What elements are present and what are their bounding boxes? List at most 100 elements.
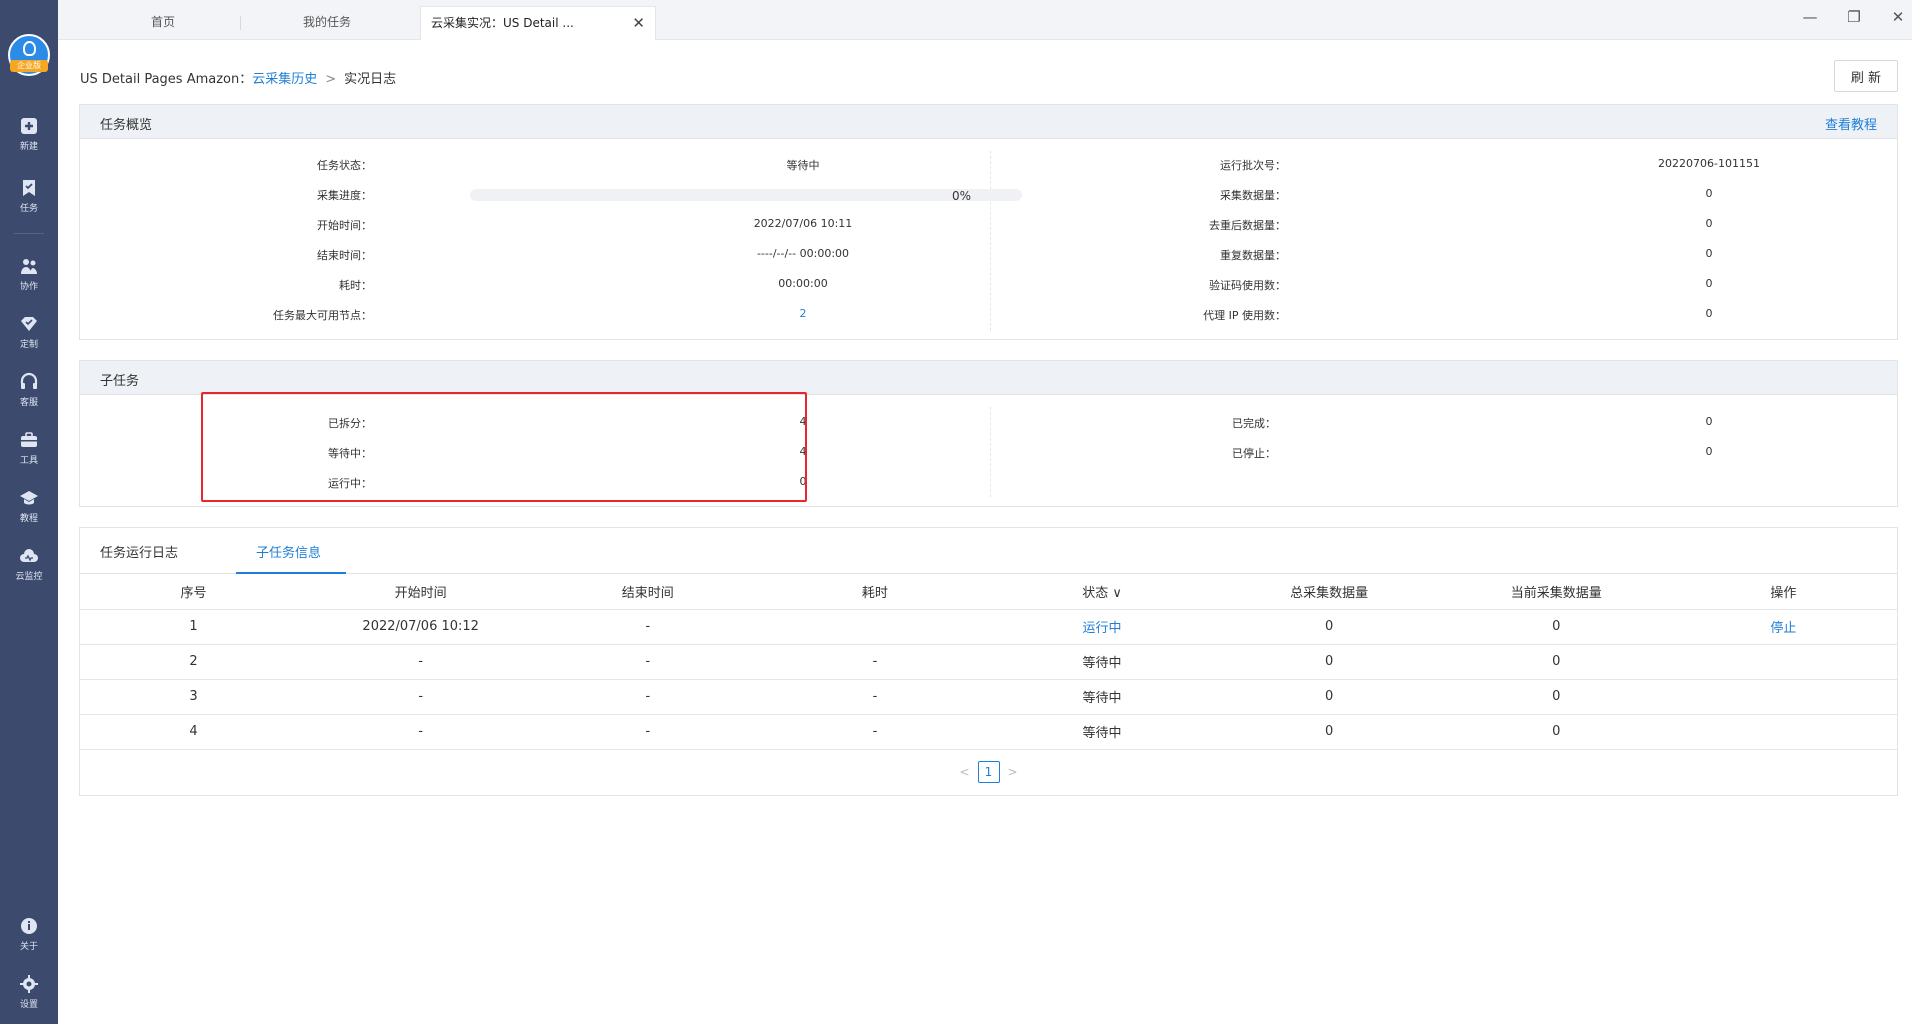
sidebar-item-label: 设置 — [19, 1000, 38, 1010]
people-icon — [21, 259, 37, 274]
tab-bar: 首页 我的任务 云采集实况：US Detail ... ✕ — ❐ ✕ — [58, 0, 1912, 40]
sidebar-item-tools[interactable]: 工具 — [0, 430, 58, 466]
duration-value: 00:00:00 — [778, 277, 828, 290]
sidebar-item-settings[interactable]: 设置 — [0, 974, 58, 1010]
col-actions: 操作 — [1669, 574, 1897, 610]
cell-status: 等待中 — [988, 714, 1216, 750]
sidebar-item-label: 关于 — [19, 942, 38, 952]
task-status-value: 等待中 — [786, 159, 820, 172]
tab-label: 云采集实况：US Detail ... — [431, 16, 574, 30]
enterprise-badge: 企业版 — [10, 60, 48, 72]
sidebar-item-label: 教程 — [19, 514, 38, 524]
data-count-value: 0 — [1705, 187, 1713, 200]
refresh-button[interactable]: 刷 新 — [1834, 60, 1898, 92]
completed-value: 0 — [1705, 415, 1713, 428]
col-status[interactable]: 状态 ∨ — [988, 574, 1216, 610]
sidebar-item-label: 定制 — [19, 340, 38, 350]
max-nodes-value[interactable]: 2 — [640, 307, 966, 320]
sidebar-item-cloud-monitor[interactable]: 云监控 — [0, 546, 58, 582]
subtask-table: 序号 开始时间 结束时间 耗时 状态 ∨ 总采集数据量 当前采集数据量 操作 1… — [80, 574, 1897, 750]
sidebar: 企业版 新建 任务 协作 定制 客服 工具 教程 云监控 关于 设置 — [0, 0, 58, 1024]
company-logo-avatar[interactable]: 企业版 — [8, 34, 50, 76]
cell-index: 4 — [80, 714, 308, 750]
bookmark-icon — [23, 180, 35, 196]
cell-duration — [761, 609, 989, 645]
cell-duration: - — [761, 714, 989, 750]
tab-subtask-info[interactable]: 子任务信息 — [256, 542, 321, 561]
col-total-count: 总采集数据量 — [1215, 574, 1443, 610]
col-index: 序号 — [80, 574, 308, 610]
stop-button[interactable]: 停止 — [1669, 609, 1897, 645]
sidebar-item-label: 云监控 — [15, 572, 43, 582]
sidebar-item-about[interactable]: 关于 — [0, 916, 58, 952]
log-tabs: 任务运行日志 子任务信息 — [80, 528, 1897, 574]
duration-label: 耗时： — [339, 279, 372, 292]
duplicate-count-label: 重复数据量： — [1220, 249, 1286, 262]
table-row: 4 - - - 等待中 0 0 — [80, 714, 1897, 750]
info-icon — [21, 918, 37, 934]
cell-status: 等待中 — [988, 644, 1216, 680]
cell-current-count: 0 — [1442, 714, 1670, 750]
breadcrumb-root: US Detail Pages Amazon： — [80, 72, 253, 87]
highlight-box — [201, 392, 807, 502]
captcha-count-value: 0 — [1705, 277, 1713, 290]
breadcrumb-current: 实况日志 — [344, 72, 397, 87]
gear-icon — [20, 975, 38, 993]
data-count-label: 采集数据量： — [1220, 189, 1286, 202]
sidebar-item-collab[interactable]: 协作 — [0, 256, 58, 292]
dedup-count-label: 去重后数据量： — [1209, 219, 1286, 232]
chevron-down-icon[interactable]: ∨ — [1112, 586, 1122, 601]
sidebar-item-tutorial[interactable]: 教程 — [0, 488, 58, 524]
start-time-label: 开始时间： — [317, 219, 372, 232]
close-window-icon[interactable]: ✕ — [1886, 8, 1910, 26]
toolbox-icon — [21, 432, 37, 447]
end-time-value: ----/--/-- 00:00:00 — [756, 247, 850, 260]
sidebar-item-custom[interactable]: 定制 — [0, 314, 58, 350]
proxy-ip-count-label: 代理 IP 使用数： — [1203, 309, 1286, 322]
chevron-left-icon[interactable]: < — [959, 765, 969, 779]
active-tab-indicator — [236, 572, 346, 574]
tab-cloud-live[interactable]: 云采集实况：US Detail ... ✕ — [420, 6, 656, 40]
breadcrumb-link-history[interactable]: 云采集历史 — [252, 72, 317, 87]
cell-end-time: - — [534, 609, 762, 645]
minimize-icon[interactable]: — — [1798, 8, 1822, 26]
cell-start-time: - — [307, 679, 535, 715]
cell-actions — [1669, 644, 1897, 680]
tab-my-tasks[interactable]: 我的任务 — [242, 6, 412, 40]
sidebar-item-tasks[interactable]: 任务 — [0, 178, 58, 214]
cell-actions — [1669, 714, 1897, 750]
cell-end-time: - — [534, 714, 762, 750]
sidebar-item-new[interactable]: 新建 — [0, 116, 58, 152]
stopped-label: 已停止： — [1232, 447, 1276, 460]
overview-title: 任务概览 — [100, 118, 153, 133]
breadcrumb-separator: > — [325, 72, 337, 87]
tab-home[interactable]: 首页 — [88, 6, 238, 40]
start-time-value: 2022/07/06 10:11 — [753, 217, 853, 230]
sidebar-item-support[interactable]: 客服 — [0, 372, 58, 408]
col-start-time: 开始时间 — [307, 574, 535, 610]
cell-start-time: 2022/07/06 10:12 — [307, 609, 535, 645]
headset-icon — [20, 372, 38, 389]
view-tutorial-link[interactable]: 查看教程 — [1825, 114, 1877, 133]
pagination: <1 > — [80, 761, 1897, 783]
col-end-time: 结束时间 — [534, 574, 762, 610]
page-button[interactable]: 1 — [977, 761, 1000, 783]
restore-icon[interactable]: ❐ — [1842, 8, 1866, 26]
cell-end-time: - — [534, 644, 762, 680]
close-icon[interactable]: ✕ — [632, 7, 645, 39]
end-time-label: 结束时间： — [317, 249, 372, 262]
cell-actions — [1669, 679, 1897, 715]
subtasks-title: 子任务 — [100, 374, 140, 389]
sidebar-item-label: 工具 — [19, 456, 38, 466]
column-divider — [990, 151, 991, 331]
tab-run-log[interactable]: 任务运行日志 — [100, 542, 178, 561]
table-row: 2 - - - 等待中 0 0 — [80, 644, 1897, 680]
captcha-count-label: 验证码使用数： — [1209, 279, 1286, 292]
task-status-label: 任务状态： — [317, 159, 372, 172]
user-head-icon — [23, 41, 36, 56]
batch-no-label: 运行批次号： — [1220, 159, 1286, 172]
cell-duration: - — [761, 679, 989, 715]
sidebar-divider — [14, 233, 44, 234]
chevron-right-icon[interactable]: > — [1008, 765, 1018, 779]
col-status-label: 状态 — [1082, 585, 1109, 601]
